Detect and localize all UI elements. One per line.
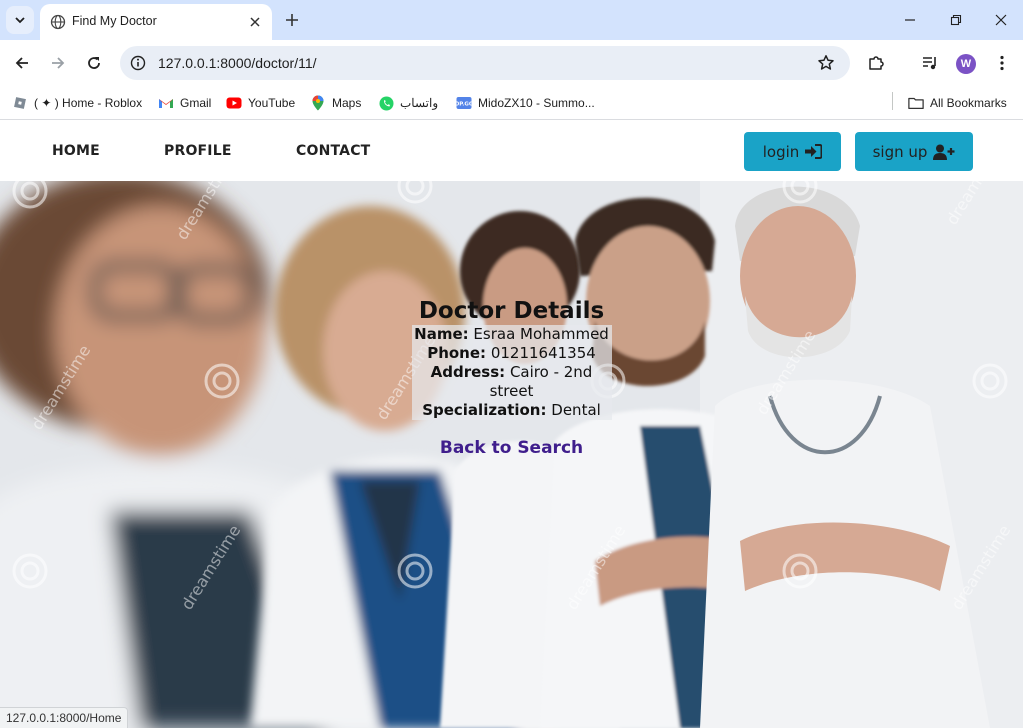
doctor-details: Doctor Details Name: Esraa Mohammed Phon… bbox=[0, 297, 1023, 458]
reload-button[interactable] bbox=[82, 51, 106, 75]
reload-icon bbox=[88, 57, 100, 69]
bookmark-label: YouTube bbox=[248, 96, 296, 110]
arrow-right-icon bbox=[52, 57, 65, 69]
phone-label: Phone: bbox=[427, 344, 487, 362]
address-bar[interactable]: 127.0.0.1:8000/doctor/11/ bbox=[120, 46, 850, 80]
bookmark-gmail[interactable]: Gmail bbox=[158, 93, 211, 113]
close-window-button[interactable] bbox=[989, 8, 1013, 32]
globe-icon bbox=[50, 14, 66, 30]
bookmarks-bar: ( ✦ ) Home - Roblox Gmail YouTube Maps و… bbox=[0, 86, 1023, 120]
status-bar-url: 127.0.0.1:8000/Home bbox=[0, 707, 129, 728]
nav-home-link[interactable]: HOME bbox=[52, 143, 100, 159]
media-controls-button[interactable] bbox=[918, 51, 942, 75]
browser-toolbar: 127.0.0.1:8000/doctor/11/ W bbox=[0, 40, 1023, 86]
roblox-icon bbox=[12, 95, 28, 111]
all-bookmarks-button[interactable]: All Bookmarks bbox=[908, 93, 1007, 113]
bookmark-whatsapp[interactable]: واتساب bbox=[378, 93, 438, 113]
bookmark-roblox[interactable]: ( ✦ ) Home - Roblox bbox=[12, 93, 142, 113]
close-icon bbox=[995, 14, 1007, 26]
bookmark-star-button[interactable] bbox=[816, 53, 836, 73]
doctor-name-row: Name: Esraa Mohammed bbox=[412, 325, 612, 344]
browser-tab-strip: Find My Doctor bbox=[0, 0, 1023, 40]
hero-background: dreamstime dreamstime dreamstime dreamst… bbox=[0, 181, 1023, 728]
arrow-left-icon bbox=[15, 57, 28, 69]
back-button[interactable] bbox=[10, 51, 34, 75]
new-tab-button[interactable] bbox=[282, 10, 302, 30]
tab-close-button[interactable] bbox=[246, 13, 264, 31]
star-icon bbox=[818, 55, 834, 70]
profile-avatar[interactable]: W bbox=[956, 54, 976, 74]
doctor-address-row: Address: Cairo - 2nd street bbox=[412, 363, 612, 401]
gmail-icon bbox=[158, 95, 174, 111]
maps-icon bbox=[310, 95, 326, 111]
folder-icon bbox=[908, 95, 924, 111]
login-label: login bbox=[762, 142, 800, 161]
bookmark-maps[interactable]: Maps bbox=[310, 93, 361, 113]
bookmark-youtube[interactable]: YouTube bbox=[226, 93, 295, 113]
forward-button[interactable] bbox=[46, 51, 70, 75]
minimize-icon bbox=[905, 19, 915, 21]
browser-menu-button[interactable] bbox=[990, 51, 1014, 75]
signup-label: sign up bbox=[872, 142, 928, 161]
youtube-icon bbox=[226, 95, 242, 111]
phone-value: 01211641354 bbox=[490, 344, 596, 362]
sign-in-icon bbox=[805, 144, 823, 159]
info-icon bbox=[130, 55, 146, 71]
music-queue-icon bbox=[923, 57, 936, 70]
restore-icon bbox=[950, 14, 962, 26]
page-title: Doctor Details bbox=[418, 298, 605, 324]
bookmark-label: واتساب bbox=[400, 96, 439, 110]
more-vertical-icon bbox=[1000, 55, 1004, 71]
tab-title: Find My Doctor bbox=[72, 14, 157, 28]
login-button[interactable]: login bbox=[744, 132, 841, 171]
doctor-phone-row: Phone: 01211641354 bbox=[412, 344, 612, 363]
user-plus-icon bbox=[933, 144, 955, 160]
all-bookmarks-label: All Bookmarks bbox=[930, 96, 1007, 110]
signup-button[interactable]: sign up bbox=[855, 132, 973, 171]
address-label: Address: bbox=[430, 363, 506, 381]
tab-search-button[interactable] bbox=[6, 6, 34, 34]
back-to-search-link[interactable]: Back to Search bbox=[440, 438, 583, 458]
site-info-icon[interactable] bbox=[128, 53, 148, 73]
puzzle-icon bbox=[869, 56, 884, 70]
bookmark-label: Maps bbox=[332, 96, 362, 110]
url-text: 127.0.0.1:8000/doctor/11/ bbox=[158, 55, 317, 71]
browser-tab[interactable]: Find My Doctor bbox=[40, 4, 272, 40]
chevron-down-icon bbox=[15, 17, 25, 24]
bookmark-op-gg[interactable]: OP.GG MidoZX10 - Summo... bbox=[456, 93, 595, 113]
restore-button[interactable] bbox=[944, 8, 968, 32]
svg-text:OP.GG: OP.GG bbox=[456, 102, 472, 108]
plus-icon bbox=[286, 14, 298, 26]
minimize-button[interactable] bbox=[898, 8, 922, 32]
name-value: Esraa Mohammed bbox=[473, 325, 609, 343]
specialization-label: Specialization: bbox=[422, 401, 547, 419]
op-gg-icon: OP.GG bbox=[456, 95, 472, 111]
extensions-button[interactable] bbox=[864, 51, 888, 75]
bookmark-label: MidoZX10 - Summo... bbox=[478, 96, 595, 110]
nav-profile-link[interactable]: PROFILE bbox=[164, 143, 232, 159]
doctor-specialization-row: Specialization: Dental bbox=[412, 401, 612, 420]
whatsapp-icon bbox=[378, 95, 394, 111]
name-label: Name: bbox=[414, 325, 469, 343]
bookmarks-divider bbox=[892, 92, 893, 110]
bookmark-label: Gmail bbox=[180, 96, 212, 110]
address-value: Cairo - 2nd street bbox=[489, 363, 593, 400]
specialization-value: Dental bbox=[551, 401, 601, 419]
doctor-info-card: Name: Esraa Mohammed Phone: 01211641354 … bbox=[411, 325, 612, 420]
nav-contact-link[interactable]: CONTACT bbox=[296, 143, 370, 159]
bookmark-label: ( ✦ ) Home - Roblox bbox=[34, 96, 143, 110]
close-icon bbox=[250, 17, 260, 27]
site-navbar: HOME PROFILE CONTACT login sign up bbox=[0, 121, 1023, 181]
